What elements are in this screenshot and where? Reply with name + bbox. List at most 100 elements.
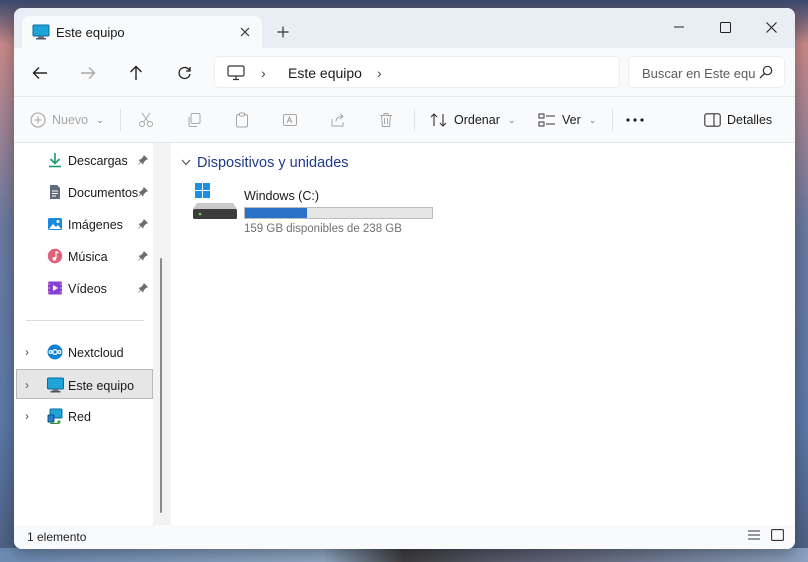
details-button[interactable]: Detalles xyxy=(704,107,772,133)
more-icon xyxy=(626,118,644,122)
close-icon xyxy=(240,27,250,37)
item-count: 1 elemento xyxy=(27,530,87,544)
image-icon xyxy=(47,216,63,232)
sidebar-item-red[interactable]: › Red xyxy=(14,401,153,431)
details-view-icon xyxy=(748,530,760,540)
more-options-button[interactable] xyxy=(626,107,644,133)
sidebar-item-label: Este equipo xyxy=(68,379,135,393)
drive-item-windows-c[interactable]: Windows (C:) 159 GB disponibles de 238 G… xyxy=(191,181,441,237)
sidebar-item-label: Red xyxy=(68,410,91,424)
refresh-icon xyxy=(177,66,191,79)
navigation-pane: Descargas Documentos Imágenes Música Víd… xyxy=(14,143,161,525)
drive-usage-fill xyxy=(245,208,308,218)
rename-button[interactable] xyxy=(282,107,298,133)
pin-icon xyxy=(138,282,149,296)
minimize-icon xyxy=(674,26,684,28)
back-button[interactable] xyxy=(26,60,54,86)
divider xyxy=(120,109,121,131)
sidebar-item-label: Imágenes xyxy=(68,218,123,232)
download-icon xyxy=(47,152,63,168)
chevron-right-icon[interactable]: › xyxy=(25,378,29,392)
close-window-button[interactable] xyxy=(748,12,794,42)
title-bar: Este equipo xyxy=(14,8,795,48)
search-box[interactable]: Buscar en Este equipo xyxy=(628,56,785,88)
new-label: Nuevo xyxy=(52,113,89,127)
view-button[interactable]: Ver ⌄ xyxy=(538,107,596,133)
sidebar-item-descargas[interactable]: Descargas xyxy=(14,145,153,175)
address-bar[interactable]: › Este equipo › xyxy=(214,56,620,88)
delete-button[interactable] xyxy=(378,107,394,133)
search-input[interactable]: Buscar en Este equipo xyxy=(642,66,756,81)
close-tab-button[interactable] xyxy=(234,21,256,43)
file-explorer-window: Este equipo › Este equipo › Buscar en Es… xyxy=(14,8,795,549)
up-button[interactable] xyxy=(122,60,150,86)
plus-circle-icon xyxy=(30,112,46,128)
large-icons-view-button[interactable] xyxy=(771,529,787,545)
sidebar-item-label: Nextcloud xyxy=(68,346,124,360)
share-icon xyxy=(331,113,344,127)
details-label: Detalles xyxy=(727,113,773,127)
sort-button[interactable]: Ordenar ⌄ xyxy=(430,107,515,133)
sidebar-item-label: Música xyxy=(68,250,108,264)
sidebar-item-nextcloud[interactable]: › Nextcloud xyxy=(14,337,153,367)
chevron-down-icon[interactable] xyxy=(181,157,191,169)
drive-usage-bar xyxy=(244,207,433,219)
chevron-down-icon: ⌄ xyxy=(588,114,597,125)
pin-icon xyxy=(138,186,149,200)
pc-icon xyxy=(32,24,50,43)
desktop-wallpaper xyxy=(0,548,808,562)
pin-icon xyxy=(138,218,149,232)
forward-button[interactable] xyxy=(74,60,102,86)
cut-button[interactable] xyxy=(138,107,154,133)
minimize-button[interactable] xyxy=(656,12,702,42)
share-button[interactable] xyxy=(330,107,346,133)
plus-icon xyxy=(277,26,289,38)
sort-icon xyxy=(430,113,447,127)
scrollbar-thumb[interactable] xyxy=(160,258,162,513)
sidebar-item-videos[interactable]: Vídeos xyxy=(14,273,153,303)
arrow-right-icon xyxy=(81,67,96,79)
drive-icon xyxy=(193,181,239,224)
clipboard-icon xyxy=(236,112,248,128)
video-icon xyxy=(47,280,63,296)
group-header-dispositivos[interactable]: Dispositivos y unidades xyxy=(181,155,349,171)
network-icon xyxy=(47,408,63,425)
tab-title: Este equipo xyxy=(56,25,125,40)
chevron-down-icon: ⌄ xyxy=(96,114,104,125)
group-title: Dispositivos y unidades xyxy=(197,155,349,171)
sidebar-item-label: Descargas xyxy=(68,154,128,168)
copy-button[interactable] xyxy=(186,107,202,133)
content-pane: Dispositivos y unidades Windows (C:) 159… xyxy=(171,143,795,525)
close-icon xyxy=(765,21,777,33)
nextcloud-icon xyxy=(47,344,63,360)
paste-button[interactable] xyxy=(234,107,250,133)
chevron-right-icon[interactable]: › xyxy=(261,65,266,81)
maximize-button[interactable] xyxy=(702,12,748,42)
chevron-right-icon[interactable]: › xyxy=(25,409,29,423)
view-list-icon xyxy=(538,113,555,127)
copy-icon xyxy=(188,113,201,127)
pc-outline-icon xyxy=(227,65,245,84)
sidebar-item-musica[interactable]: Música xyxy=(14,241,153,271)
sidebar-item-documentos[interactable]: Documentos xyxy=(14,177,153,207)
chevron-right-icon[interactable]: › xyxy=(377,65,382,81)
new-tab-button[interactable] xyxy=(272,21,294,43)
new-button[interactable]: Nuevo ⌄ xyxy=(30,107,104,133)
document-icon xyxy=(47,184,63,200)
status-bar: 1 elemento xyxy=(14,525,795,549)
sidebar-scrollbar[interactable] xyxy=(153,143,171,525)
search-icon xyxy=(759,65,773,82)
tab-este-equipo[interactable]: Este equipo xyxy=(22,16,262,48)
drive-free-space: 159 GB disponibles de 238 GB xyxy=(244,223,402,235)
details-view-button[interactable] xyxy=(747,529,763,545)
divider xyxy=(414,109,415,131)
arrow-left-icon xyxy=(32,67,47,79)
refresh-button[interactable] xyxy=(170,60,198,86)
divider xyxy=(612,109,613,131)
maximize-icon xyxy=(719,21,731,33)
breadcrumb-este-equipo[interactable]: Este equipo xyxy=(288,65,362,81)
chevron-down-icon: ⌄ xyxy=(507,114,516,125)
chevron-right-icon[interactable]: › xyxy=(25,345,29,359)
sidebar-item-este-equipo[interactable]: › Este equipo xyxy=(16,369,153,399)
sidebar-item-imagenes[interactable]: Imágenes xyxy=(14,209,153,239)
